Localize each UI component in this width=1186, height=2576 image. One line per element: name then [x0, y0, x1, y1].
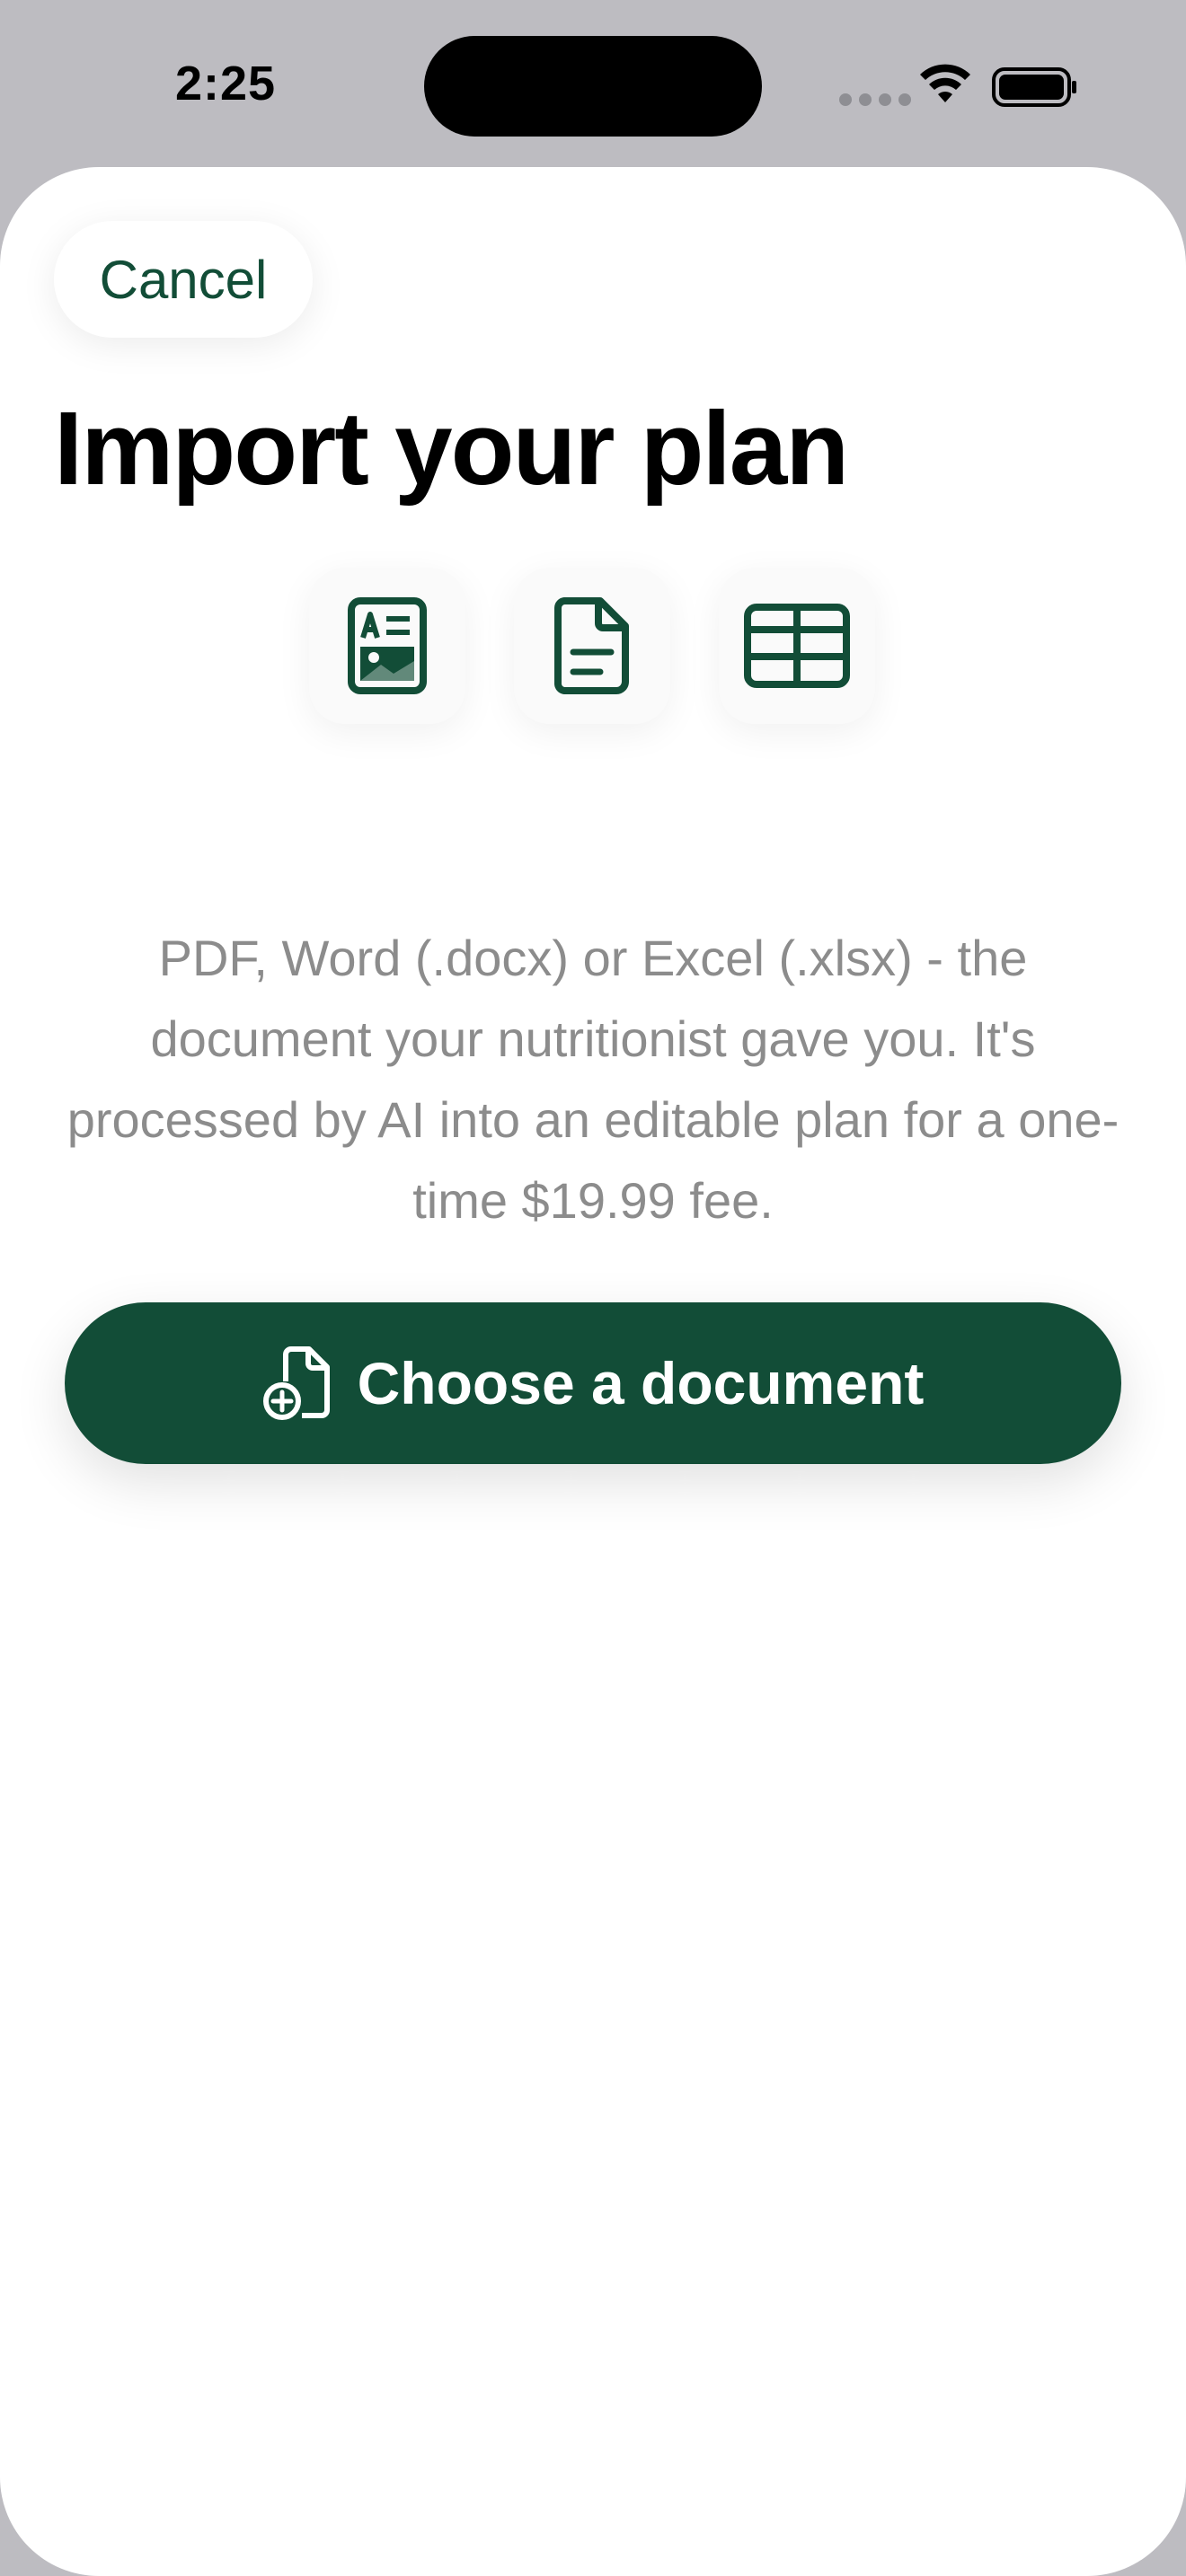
cellular-signal-icon: [839, 93, 911, 106]
page-title: Import your plan: [54, 390, 849, 507]
status-time: 2:25: [175, 57, 277, 110]
word-document-icon: [554, 597, 629, 694]
wifi-icon: [920, 64, 970, 102]
spreadsheet-icon: [744, 604, 850, 688]
pdf-format-tile: [309, 568, 465, 724]
word-format-tile: [514, 568, 670, 724]
status-bar: 2:25: [0, 0, 1186, 167]
import-sheet: Cancel Import your plan PDF, Word (.docx…: [0, 167, 1186, 2576]
document-add-icon: [262, 1346, 330, 1420]
choose-document-label: Choose a document: [357, 1350, 925, 1416]
battery-icon: [992, 67, 1076, 107]
excel-format-tile: [719, 568, 875, 724]
description-text: PDF, Word (.docx) or Excel (.xlsx) - the…: [66, 930, 1120, 1229]
cancel-button[interactable]: Cancel: [54, 221, 313, 338]
choose-document-button[interactable]: Choose a document: [65, 1302, 1121, 1464]
dynamic-island: [424, 36, 762, 137]
pdf-document-icon: [348, 597, 427, 694]
format-icons: [309, 568, 875, 724]
